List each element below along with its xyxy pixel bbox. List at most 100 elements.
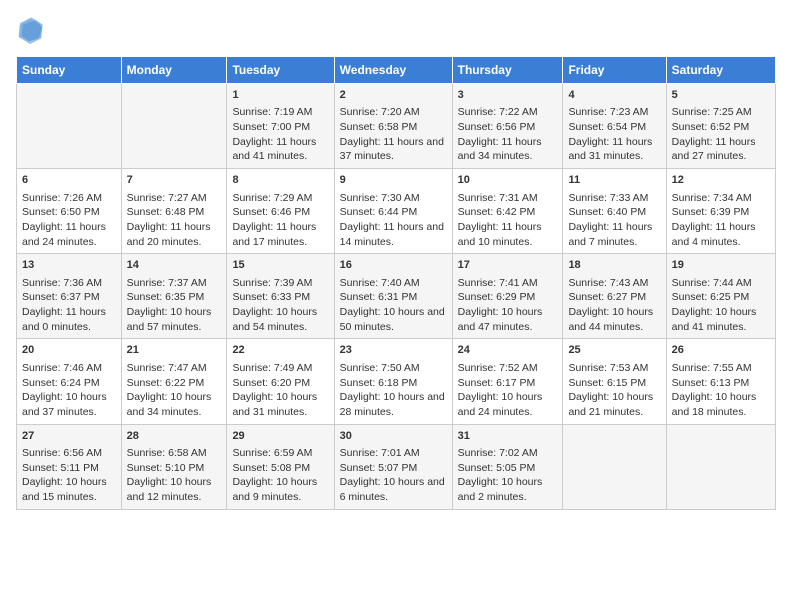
- day-header-sunday: Sunday: [17, 57, 122, 84]
- day-info: Sunset: 6:13 PM: [672, 376, 770, 391]
- calendar-cell: 2Sunrise: 7:20 AMSunset: 6:58 PMDaylight…: [334, 84, 452, 169]
- day-number: 17: [458, 258, 558, 273]
- day-header-monday: Monday: [121, 57, 227, 84]
- day-number: 6: [22, 173, 116, 188]
- calendar-cell: [121, 84, 227, 169]
- day-info: Sunrise: 7:44 AM: [672, 276, 770, 291]
- day-number: 13: [22, 258, 116, 273]
- day-info: Sunset: 5:10 PM: [127, 461, 222, 476]
- day-info: Sunset: 6:44 PM: [340, 205, 447, 220]
- calendar-table: SundayMondayTuesdayWednesdayThursdayFrid…: [16, 56, 776, 510]
- day-info: Sunset: 6:35 PM: [127, 290, 222, 305]
- calendar-cell: 1Sunrise: 7:19 AMSunset: 7:00 PMDaylight…: [227, 84, 334, 169]
- day-number: 2: [340, 88, 447, 103]
- day-info: Sunset: 6:40 PM: [568, 205, 660, 220]
- day-info: Sunset: 6:20 PM: [232, 376, 328, 391]
- day-info: Daylight: 11 hours and 4 minutes.: [672, 220, 770, 249]
- day-info: Sunset: 6:17 PM: [458, 376, 558, 391]
- calendar-cell: 12Sunrise: 7:34 AMSunset: 6:39 PMDayligh…: [666, 169, 775, 254]
- day-info: Daylight: 10 hours and 54 minutes.: [232, 305, 328, 334]
- day-info: Sunrise: 7:53 AM: [568, 361, 660, 376]
- day-info: Sunset: 6:24 PM: [22, 376, 116, 391]
- day-info: Sunrise: 7:01 AM: [340, 446, 447, 461]
- day-header-friday: Friday: [563, 57, 666, 84]
- week-row-5: 27Sunrise: 6:56 AMSunset: 5:11 PMDayligh…: [17, 424, 776, 509]
- calendar-cell: [563, 424, 666, 509]
- week-row-4: 20Sunrise: 7:46 AMSunset: 6:24 PMDayligh…: [17, 339, 776, 424]
- calendar-cell: [17, 84, 122, 169]
- logo: [16, 16, 48, 44]
- day-info: Daylight: 10 hours and 18 minutes.: [672, 390, 770, 419]
- calendar-cell: 28Sunrise: 6:58 AMSunset: 5:10 PMDayligh…: [121, 424, 227, 509]
- day-info: Daylight: 10 hours and 28 minutes.: [340, 390, 447, 419]
- calendar-cell: 14Sunrise: 7:37 AMSunset: 6:35 PMDayligh…: [121, 254, 227, 339]
- day-number: 8: [232, 173, 328, 188]
- day-info: Sunrise: 7:20 AM: [340, 105, 447, 120]
- header-row: SundayMondayTuesdayWednesdayThursdayFrid…: [17, 57, 776, 84]
- day-header-saturday: Saturday: [666, 57, 775, 84]
- day-info: Daylight: 10 hours and 2 minutes.: [458, 475, 558, 504]
- calendar-cell: 18Sunrise: 7:43 AMSunset: 6:27 PMDayligh…: [563, 254, 666, 339]
- day-info: Sunset: 5:08 PM: [232, 461, 328, 476]
- day-info: Sunset: 6:50 PM: [22, 205, 116, 220]
- day-info: Daylight: 10 hours and 31 minutes.: [232, 390, 328, 419]
- calendar-cell: 22Sunrise: 7:49 AMSunset: 6:20 PMDayligh…: [227, 339, 334, 424]
- day-info: Daylight: 11 hours and 10 minutes.: [458, 220, 558, 249]
- day-number: 19: [672, 258, 770, 273]
- day-info: Daylight: 11 hours and 31 minutes.: [568, 135, 660, 164]
- day-info: Sunrise: 6:58 AM: [127, 446, 222, 461]
- day-info: Sunrise: 7:27 AM: [127, 191, 222, 206]
- logo-icon: [16, 16, 44, 44]
- day-info: Sunrise: 6:59 AM: [232, 446, 328, 461]
- day-info: Sunset: 6:15 PM: [568, 376, 660, 391]
- day-info: Daylight: 10 hours and 50 minutes.: [340, 305, 447, 334]
- day-info: Sunset: 6:58 PM: [340, 120, 447, 135]
- calendar-cell: 9Sunrise: 7:30 AMSunset: 6:44 PMDaylight…: [334, 169, 452, 254]
- day-number: 24: [458, 343, 558, 358]
- day-info: Sunrise: 7:34 AM: [672, 191, 770, 206]
- day-info: Daylight: 10 hours and 37 minutes.: [22, 390, 116, 419]
- day-info: Sunrise: 6:56 AM: [22, 446, 116, 461]
- day-info: Sunset: 6:22 PM: [127, 376, 222, 391]
- calendar-cell: 13Sunrise: 7:36 AMSunset: 6:37 PMDayligh…: [17, 254, 122, 339]
- day-info: Sunset: 6:18 PM: [340, 376, 447, 391]
- day-info: Sunrise: 7:31 AM: [458, 191, 558, 206]
- day-number: 20: [22, 343, 116, 358]
- calendar-cell: 16Sunrise: 7:40 AMSunset: 6:31 PMDayligh…: [334, 254, 452, 339]
- day-info: Daylight: 10 hours and 41 minutes.: [672, 305, 770, 334]
- day-info: Daylight: 10 hours and 9 minutes.: [232, 475, 328, 504]
- week-row-2: 6Sunrise: 7:26 AMSunset: 6:50 PMDaylight…: [17, 169, 776, 254]
- calendar-cell: 6Sunrise: 7:26 AMSunset: 6:50 PMDaylight…: [17, 169, 122, 254]
- day-info: Daylight: 10 hours and 15 minutes.: [22, 475, 116, 504]
- day-info: Sunset: 6:31 PM: [340, 290, 447, 305]
- day-info: Daylight: 11 hours and 27 minutes.: [672, 135, 770, 164]
- day-info: Sunrise: 7:19 AM: [232, 105, 328, 120]
- day-info: Sunset: 6:25 PM: [672, 290, 770, 305]
- day-info: Daylight: 10 hours and 57 minutes.: [127, 305, 222, 334]
- calendar-cell: 26Sunrise: 7:55 AMSunset: 6:13 PMDayligh…: [666, 339, 775, 424]
- day-number: 18: [568, 258, 660, 273]
- day-header-thursday: Thursday: [452, 57, 563, 84]
- day-info: Sunset: 6:37 PM: [22, 290, 116, 305]
- day-info: Sunrise: 7:46 AM: [22, 361, 116, 376]
- day-info: Daylight: 11 hours and 20 minutes.: [127, 220, 222, 249]
- day-number: 27: [22, 429, 116, 444]
- day-number: 30: [340, 429, 447, 444]
- calendar-cell: 15Sunrise: 7:39 AMSunset: 6:33 PMDayligh…: [227, 254, 334, 339]
- day-info: Daylight: 10 hours and 6 minutes.: [340, 475, 447, 504]
- day-info: Daylight: 10 hours and 12 minutes.: [127, 475, 222, 504]
- day-info: Daylight: 10 hours and 21 minutes.: [568, 390, 660, 419]
- day-info: Sunset: 6:29 PM: [458, 290, 558, 305]
- day-info: Sunset: 5:07 PM: [340, 461, 447, 476]
- calendar-cell: 11Sunrise: 7:33 AMSunset: 6:40 PMDayligh…: [563, 169, 666, 254]
- day-number: 9: [340, 173, 447, 188]
- day-info: Sunrise: 7:55 AM: [672, 361, 770, 376]
- day-info: Sunrise: 7:37 AM: [127, 276, 222, 291]
- day-header-tuesday: Tuesday: [227, 57, 334, 84]
- day-number: 25: [568, 343, 660, 358]
- day-number: 11: [568, 173, 660, 188]
- day-info: Sunrise: 7:50 AM: [340, 361, 447, 376]
- day-info: Daylight: 11 hours and 24 minutes.: [22, 220, 116, 249]
- day-info: Sunrise: 7:49 AM: [232, 361, 328, 376]
- day-info: Daylight: 11 hours and 0 minutes.: [22, 305, 116, 334]
